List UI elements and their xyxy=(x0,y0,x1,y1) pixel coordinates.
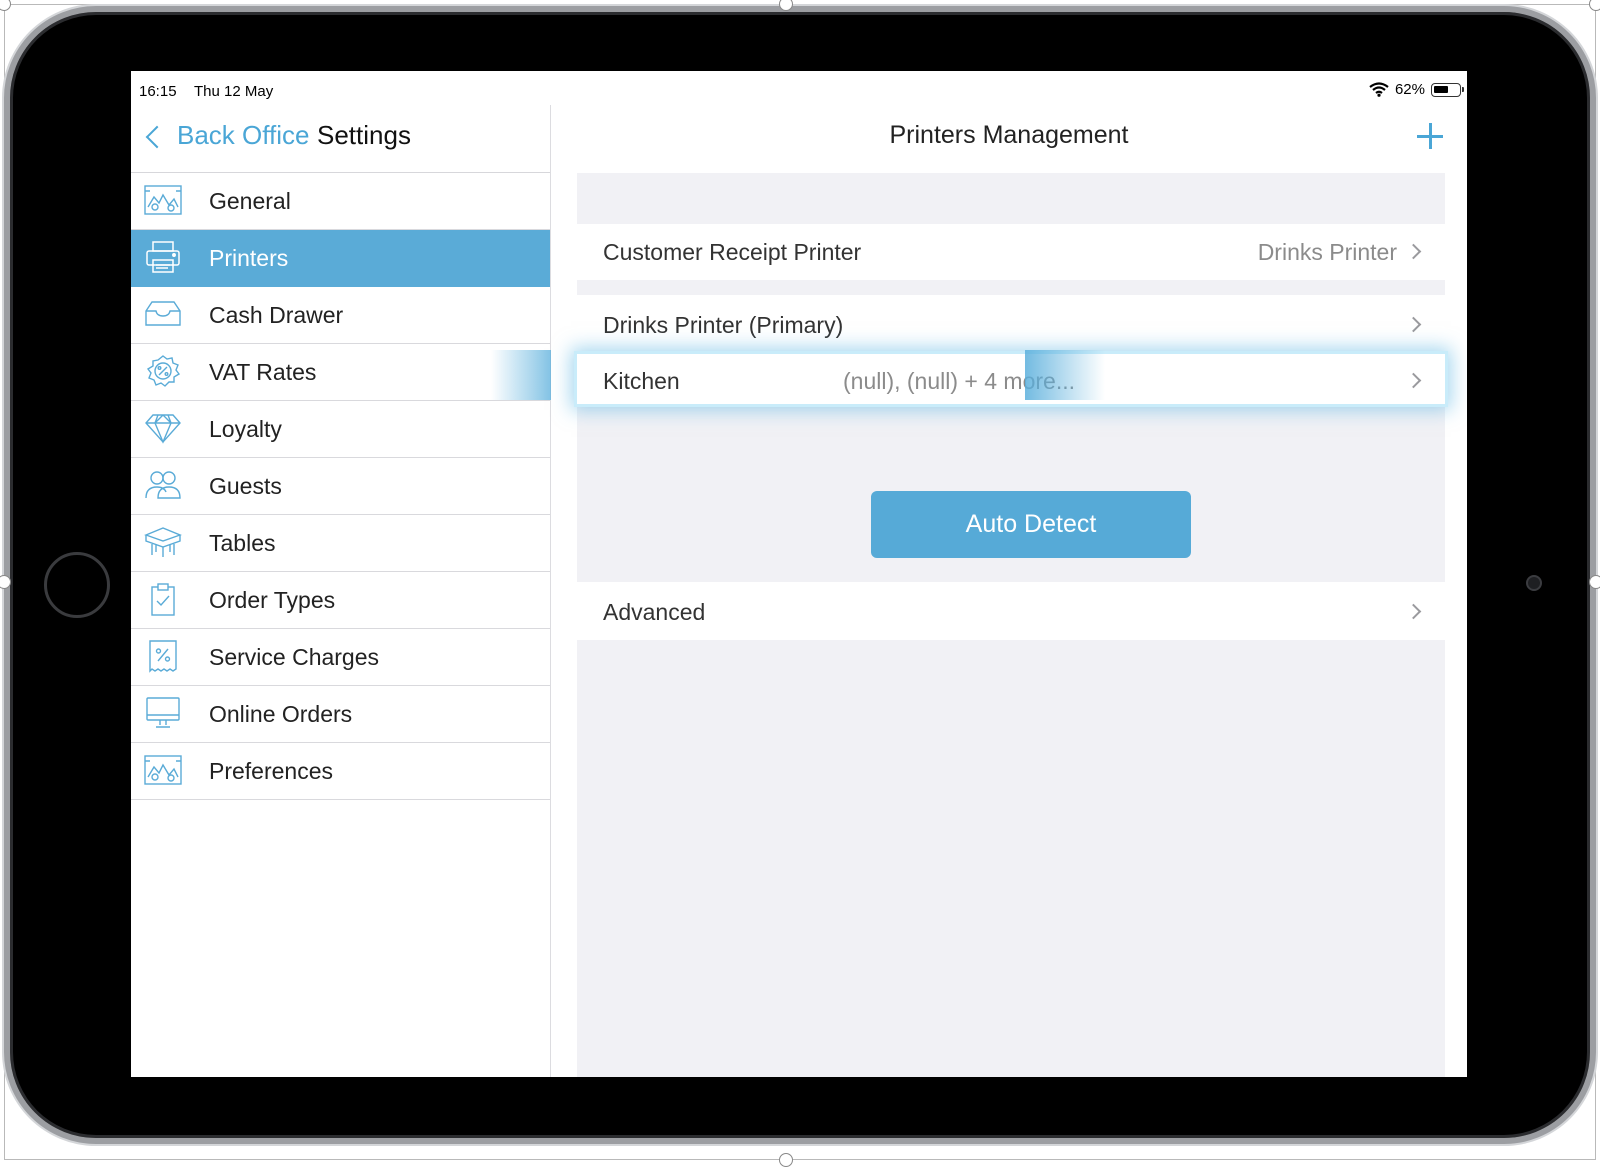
chevron-left-icon xyxy=(145,125,169,148)
back-office-button[interactable]: Back Office xyxy=(145,120,310,151)
sidebar-item-order-types[interactable]: Order Types xyxy=(131,572,550,629)
page-title: Printers Management xyxy=(889,121,1129,149)
guests-icon xyxy=(144,468,182,502)
printers-management-pane: Printers Management Customer Receipt Pri… xyxy=(551,105,1467,1077)
chevron-right-icon xyxy=(1405,372,1422,389)
receipt-percent-icon xyxy=(144,639,182,673)
settings-menu: General Printers Cash Drawer VAT Rates L… xyxy=(131,173,550,800)
sidebar-item-vat-rates[interactable]: VAT Rates xyxy=(131,344,550,401)
percent-gear-icon xyxy=(144,354,182,388)
main-header: Printers Management xyxy=(551,105,1467,172)
sidebar-item-label: Online Orders xyxy=(209,700,353,727)
wifi-icon xyxy=(1369,82,1389,97)
resize-handle-top-right[interactable] xyxy=(1589,0,1600,11)
sidebar-item-label: Loyalty xyxy=(209,415,282,442)
row-title: Drinks Printer (Primary) xyxy=(603,312,844,338)
highlight-glow-left xyxy=(491,350,551,400)
sidebar-item-label: General xyxy=(209,187,291,214)
sidebar-item-tables[interactable]: Tables xyxy=(131,515,550,572)
sidebar-title: Settings xyxy=(317,120,411,150)
auto-detect-button[interactable]: Auto Detect xyxy=(871,491,1191,558)
sidebar-item-loyalty[interactable]: Loyalty xyxy=(131,401,550,458)
clipboard-check-icon xyxy=(144,582,182,616)
status-right: 62% xyxy=(1369,81,1464,98)
sidebar-item-label: Order Types xyxy=(209,586,336,613)
row-value: Drinks Printer xyxy=(1257,239,1397,265)
sidebar-item-label: Printers xyxy=(209,244,289,271)
resize-handle-right[interactable] xyxy=(1589,575,1600,589)
chevron-right-icon xyxy=(1405,603,1422,620)
sidebar-item-printers[interactable]: Printers xyxy=(131,230,550,287)
chevron-right-icon xyxy=(1405,316,1422,333)
row-title: Customer Receipt Printer xyxy=(603,239,862,265)
ipad-screen: 16:15 Thu 12 May 62% Back Office Setting… xyxy=(131,71,1467,1077)
sidebar-item-label: Guests xyxy=(209,472,282,499)
home-button[interactable] xyxy=(44,552,110,618)
sidebar-item-service-charges[interactable]: Service Charges xyxy=(131,629,550,686)
diamond-icon xyxy=(144,411,182,445)
back-label: Back Office xyxy=(177,120,310,150)
kitchen-printer-row[interactable]: Kitchen (null), (null) + 4 more... xyxy=(577,354,1445,404)
battery-fill xyxy=(1434,85,1448,93)
plus-icon[interactable] xyxy=(1415,121,1445,151)
printers-list-panel: Customer Receipt Printer Drinks Printer … xyxy=(577,173,1445,1077)
status-time: 16:15 xyxy=(139,83,177,100)
drinks-printer-row[interactable]: Drinks Printer (Primary) xyxy=(577,295,1445,353)
battery-percent: 62% xyxy=(1394,81,1425,98)
camera-lens xyxy=(1526,575,1542,591)
battery-icon xyxy=(1431,82,1464,97)
customer-receipt-printer-row[interactable]: Customer Receipt Printer Drinks Printer xyxy=(577,224,1445,280)
sidebar-item-label: VAT Rates xyxy=(209,358,317,385)
table-icon xyxy=(144,525,182,559)
printer-icon xyxy=(144,240,182,274)
sidebar-item-label: Tables xyxy=(209,529,276,556)
resize-handle-bottom[interactable] xyxy=(779,1153,793,1167)
monitor-icon xyxy=(144,696,182,730)
status-bar: 16:15 Thu 12 May 62% xyxy=(131,71,1467,105)
sidebar-item-preferences[interactable]: Preferences xyxy=(131,743,550,800)
row-title: Advanced xyxy=(603,599,706,625)
sidebar-item-label: Preferences xyxy=(209,757,334,784)
preferences-icon xyxy=(144,753,182,787)
sidebar-item-cash-drawer[interactable]: Cash Drawer xyxy=(131,287,550,344)
highlight-glow-right xyxy=(1025,350,1105,400)
general-icon xyxy=(144,183,182,217)
settings-sidebar: Back Office Settings General Printers Ca… xyxy=(131,105,551,1077)
row-title: Kitchen xyxy=(603,368,680,394)
sidebar-item-general[interactable]: General xyxy=(131,173,550,230)
status-date: Thu 12 May xyxy=(194,83,274,100)
advanced-row[interactable]: Advanced xyxy=(577,582,1445,640)
sidebar-item-label: Service Charges xyxy=(209,643,380,670)
cash-drawer-icon xyxy=(144,297,182,331)
sidebar-item-guests[interactable]: Guests xyxy=(131,458,550,515)
sidebar-item-online-orders[interactable]: Online Orders xyxy=(131,686,550,743)
sidebar-item-label: Cash Drawer xyxy=(209,301,344,328)
chevron-right-icon xyxy=(1405,243,1422,260)
sidebar-header: Back Office Settings xyxy=(131,105,550,173)
